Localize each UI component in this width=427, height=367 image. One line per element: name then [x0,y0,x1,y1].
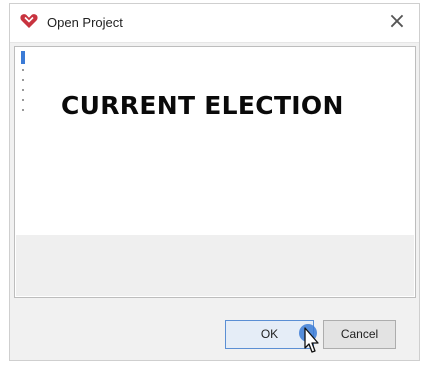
app-logo-icon [20,13,38,29]
list-empty-area [16,235,414,296]
pointer-cursor-icon [296,324,324,360]
dialog-titlebar[interactable]: Open Project × [10,4,419,43]
row-tick [22,99,24,101]
row-tick [22,79,24,81]
row-markers [21,51,27,121]
dialog-title: Open Project [47,15,123,30]
selection-marker [21,51,25,64]
list-item[interactable]: CURRENT ELECTION [61,91,344,120]
project-list[interactable]: CURRENT ELECTION [14,46,416,298]
row-tick [22,109,24,111]
row-tick [22,69,24,71]
button-bar: OK Cancel [14,298,416,358]
close-icon[interactable]: × [385,8,409,36]
cancel-button[interactable]: Cancel [323,320,396,349]
row-tick [22,89,24,91]
